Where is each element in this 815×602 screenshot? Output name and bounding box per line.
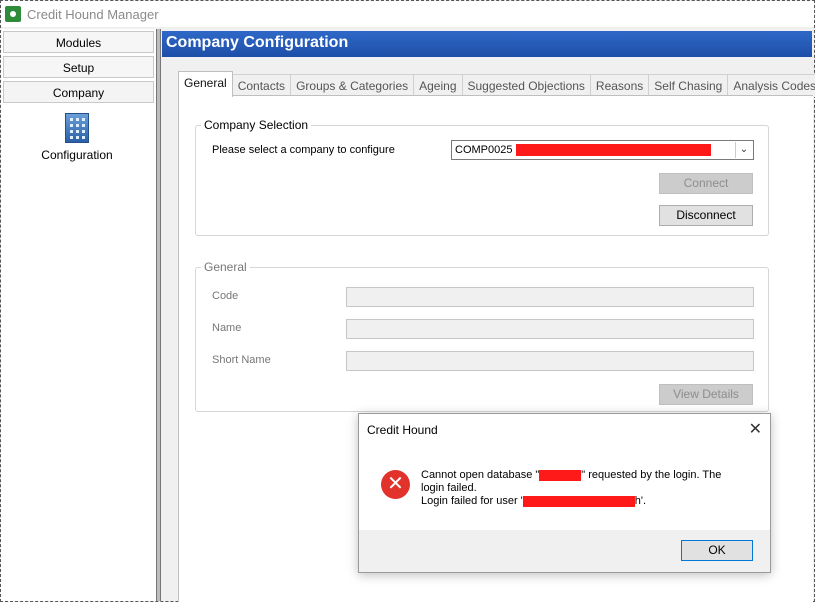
app-icon xyxy=(5,6,21,22)
dialog-message: Cannot open database " " requested by the… xyxy=(421,469,751,508)
page-header: Company Configuration xyxy=(162,31,812,57)
redacted-database xyxy=(539,469,582,481)
general-group: General Code Name Short Name View Detail… xyxy=(195,260,769,412)
select-company-label: Please select a company to configure xyxy=(212,144,395,156)
company-select[interactable]: COMP0025 ⌄ xyxy=(451,140,754,160)
title-bar: Credit Hound Manager xyxy=(1,1,814,27)
tab-groups-categories[interactable]: Groups & Categories xyxy=(290,74,415,97)
error-icon: ✕ xyxy=(381,470,410,499)
error-dialog: Credit Hound ✕ ✕ Cannot open database " "… xyxy=(358,413,771,573)
app-title: Credit Hound Manager xyxy=(27,7,159,22)
view-details-button[interactable]: View Details xyxy=(659,384,753,405)
tab-reasons[interactable]: Reasons xyxy=(589,74,650,97)
tab-strip: General Contacts Groups & Categories Ageing… xyxy=(178,71,815,97)
close-icon[interactable]: ✕ xyxy=(749,419,762,439)
company-select-value: COMP0025 xyxy=(455,144,513,156)
splitter[interactable] xyxy=(156,29,161,601)
code-label: Code xyxy=(212,290,239,302)
tab-analysis-codes[interactable]: Analysis Codes xyxy=(727,74,815,97)
name-label: Name xyxy=(212,322,242,334)
configuration-label: Configuration xyxy=(41,148,113,162)
company-selection-group: Company Selection Please select a compan… xyxy=(195,118,769,236)
sidebar: Modules Setup Company Configuration xyxy=(1,29,156,601)
message-line2: login failed. xyxy=(421,482,477,494)
nav-company-button[interactable]: Company xyxy=(3,81,154,103)
message-line1-start: Cannot open database " xyxy=(421,469,540,481)
app-window: Credit Hound Manager Modules Setup Compa… xyxy=(0,0,815,602)
general-legend: General xyxy=(204,260,247,274)
dialog-title: Credit Hound xyxy=(367,423,438,437)
dialog-footer: OK xyxy=(359,530,770,572)
nav-modules-button[interactable]: Modules xyxy=(3,31,154,53)
ok-button[interactable]: OK xyxy=(681,540,753,561)
short-name-label: Short Name xyxy=(212,354,271,366)
tab-ageing[interactable]: Ageing xyxy=(413,74,463,97)
short-name-field[interactable] xyxy=(346,351,754,371)
message-line3-start: Login failed for user ' xyxy=(421,495,523,507)
tab-contacts[interactable]: Contacts xyxy=(231,74,292,97)
disconnect-button[interactable]: Disconnect xyxy=(659,205,753,226)
code-field[interactable] xyxy=(346,287,754,307)
tab-suggested-objections[interactable]: Suggested Objections xyxy=(461,74,591,97)
redacted-user xyxy=(522,495,635,507)
message-line3-end: h'. xyxy=(634,495,647,507)
name-field[interactable] xyxy=(346,319,754,339)
nav-setup-button[interactable]: Setup xyxy=(3,56,154,78)
building-icon xyxy=(65,113,89,143)
page-title: Company Configuration xyxy=(166,34,349,51)
redaction-bar xyxy=(515,144,711,157)
company-selection-legend: Company Selection xyxy=(204,118,309,132)
connect-button[interactable]: Connect xyxy=(659,173,753,194)
tab-self-chasing[interactable]: Self Chasing xyxy=(648,74,729,97)
configuration-tile[interactable]: Configuration xyxy=(41,113,113,162)
tab-general[interactable]: General xyxy=(178,71,233,97)
message-line1-end: " requested by the login. The xyxy=(581,469,722,481)
chevron-down-icon[interactable]: ⌄ xyxy=(735,142,752,158)
